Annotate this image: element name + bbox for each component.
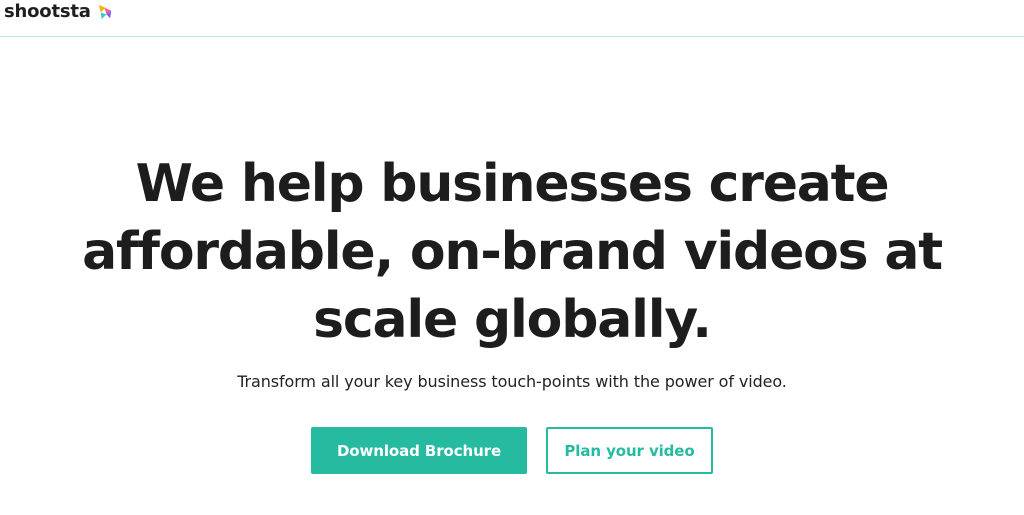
hero-headline: We help businesses create affordable, on…: [82, 154, 943, 350]
top-navigation-bar: shootsta: [0, 0, 1024, 37]
download-brochure-button[interactable]: Download Brochure: [311, 427, 527, 474]
hero-section: We help businesses create affordable, on…: [0, 150, 1024, 392]
hero-actions: Download Brochure Plan your video: [0, 427, 1024, 474]
shootsta-logo-icon: [98, 4, 111, 19]
shootsta-logo-link[interactable]: shootsta: [4, 1, 114, 23]
landing-page: shootsta We help businesses create affor…: [0, 0, 1024, 515]
plan-your-video-button[interactable]: Plan your video: [546, 427, 713, 474]
hero-subtext: Transform all your key business touch-po…: [237, 372, 787, 391]
logo-text: shootsta: [4, 1, 91, 22]
